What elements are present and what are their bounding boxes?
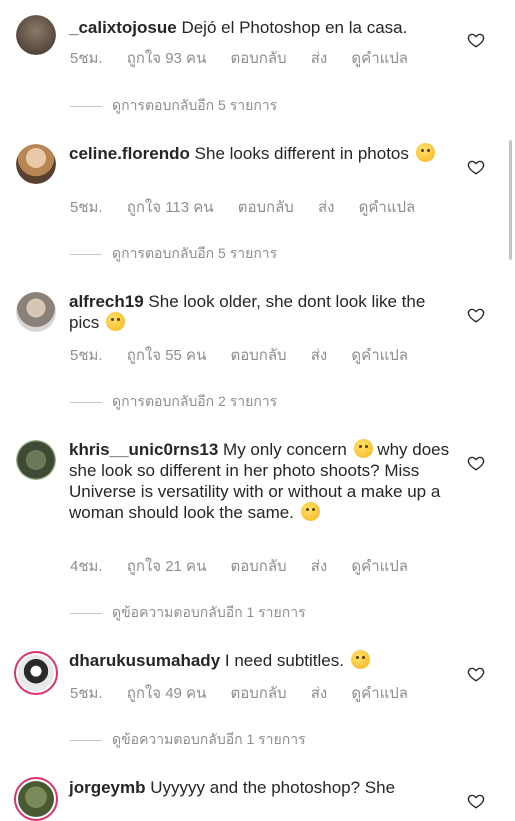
view-replies-label: ดูการตอบกลับอีก 5 รายการ	[112, 245, 278, 261]
comment-username[interactable]: celine.florendo	[69, 144, 190, 163]
heart-icon[interactable]	[467, 158, 485, 176]
heart-icon[interactable]	[467, 454, 485, 472]
reply-button[interactable]: ตอบกลับ	[231, 558, 287, 575]
like-count[interactable]: ถูกใจ 21 คน	[127, 558, 207, 575]
heart-icon[interactable]	[467, 792, 485, 810]
comment-text: She looks different in photos	[194, 144, 409, 163]
comment-time: 4ชม.	[70, 558, 103, 575]
like-count[interactable]: ถูกใจ 113 คน	[127, 199, 214, 216]
like-count[interactable]: ถูกใจ 93 คน	[127, 50, 207, 67]
like-count[interactable]: ถูกใจ 49 คน	[127, 685, 207, 702]
comment-time: 5ชม.	[70, 199, 103, 216]
reply-button[interactable]: ตอบกลับ	[231, 50, 287, 67]
reply-button[interactable]: ตอบกลับ	[231, 685, 287, 702]
comment-username[interactable]: khris__unic0rns13	[69, 440, 218, 459]
reply-button[interactable]: ตอบกลับ	[238, 199, 294, 216]
view-replies-button[interactable]: ดูการตอบกลับอีก 5 รายการ	[70, 243, 277, 265]
divider	[70, 401, 102, 403]
view-replies-label: ดูการตอบกลับอีก 5 รายการ	[112, 97, 278, 113]
comment-meta: 5ชม. ถูกใจ 49 คน ตอบกลับ ส่ง ดูคำแปล	[70, 681, 428, 705]
translate-button[interactable]: ดูคำแปล	[351, 558, 408, 575]
flushed-face-icon	[415, 143, 435, 162]
send-button[interactable]: ส่ง	[311, 50, 327, 67]
crying-face-icon	[105, 312, 125, 331]
view-replies-button[interactable]: ดูข้อความตอบกลับอีก 1 รายการ	[70, 602, 306, 624]
translate-button[interactable]: ดูคำแปล	[351, 50, 408, 67]
comment-meta: 5ชม. ถูกใจ 55 คน ตอบกลับ ส่ง ดูคำแปล	[70, 343, 428, 367]
comment-time: 5ชม.	[70, 685, 103, 702]
heart-icon[interactable]	[467, 306, 485, 324]
reply-button[interactable]: ตอบกลับ	[231, 347, 287, 364]
view-replies-button[interactable]: ดูการตอบกลับอีก 5 รายการ	[70, 95, 277, 117]
avatar[interactable]	[16, 144, 56, 184]
avatar[interactable]	[14, 777, 58, 821]
translate-button[interactable]: ดูคำแปล	[351, 347, 408, 364]
send-button[interactable]: ส่ง	[311, 685, 327, 702]
translate-button[interactable]: ดูคำแปล	[359, 199, 416, 216]
hushed-face-icon	[353, 439, 373, 458]
view-replies-label: ดูข้อความตอบกลับอีก 1 รายการ	[112, 731, 306, 747]
scrollbar[interactable]	[509, 140, 512, 260]
avatar[interactable]	[16, 440, 56, 480]
view-replies-button[interactable]: ดูข้อความตอบกลับอีก 1 รายการ	[70, 729, 306, 751]
translate-button[interactable]: ดูคำแปล	[351, 685, 408, 702]
comment-text: Uyyyyy and the photoshop? She	[150, 778, 396, 797]
divider	[70, 253, 102, 255]
comment-time: 5ชม.	[70, 50, 103, 67]
divider	[70, 612, 102, 614]
comment-username[interactable]: dharukusumahady	[69, 651, 220, 670]
send-button[interactable]: ส่ง	[311, 347, 327, 364]
comment-meta: 5ชม. ถูกใจ 93 คน ตอบกลับ ส่ง ดูคำแปล	[70, 46, 428, 70]
comment-text: My only concern	[223, 440, 347, 459]
comment-text: Dejó el Photoshop en la casa.	[181, 18, 408, 37]
heart-icon[interactable]	[467, 665, 485, 683]
comment-username[interactable]: alfrech19	[69, 292, 144, 311]
comment-meta: 5ชม. ถูกใจ 113 คน ตอบกลับ ส่ง ดูคำแปล	[70, 195, 435, 219]
like-count[interactable]: ถูกใจ 55 คน	[127, 347, 207, 364]
send-button[interactable]: ส่ง	[318, 199, 334, 216]
view-replies-button[interactable]: ดูการตอบกลับอีก 2 รายการ	[70, 391, 277, 413]
comment-username[interactable]: _calixtojosue	[69, 18, 177, 37]
view-replies-label: ดูการตอบกลับอีก 2 รายการ	[112, 393, 278, 409]
comment-meta: 4ชม. ถูกใจ 21 คน ตอบกลับ ส่ง ดูคำแปล	[70, 554, 428, 578]
slightly-smiling-face-icon	[350, 650, 370, 669]
avatar[interactable]	[16, 292, 56, 332]
heart-icon[interactable]	[467, 31, 485, 49]
thinking-face-icon	[300, 502, 320, 521]
divider	[70, 739, 102, 741]
comment-text: I need subtitles.	[224, 651, 344, 670]
avatar[interactable]	[14, 651, 58, 695]
send-button[interactable]: ส่ง	[311, 558, 327, 575]
comment-time: 5ชม.	[70, 347, 103, 364]
view-replies-label: ดูข้อความตอบกลับอีก 1 รายการ	[112, 604, 306, 620]
avatar[interactable]	[16, 15, 56, 55]
comment-username[interactable]: jorgeymb	[69, 778, 146, 797]
divider	[70, 105, 102, 107]
